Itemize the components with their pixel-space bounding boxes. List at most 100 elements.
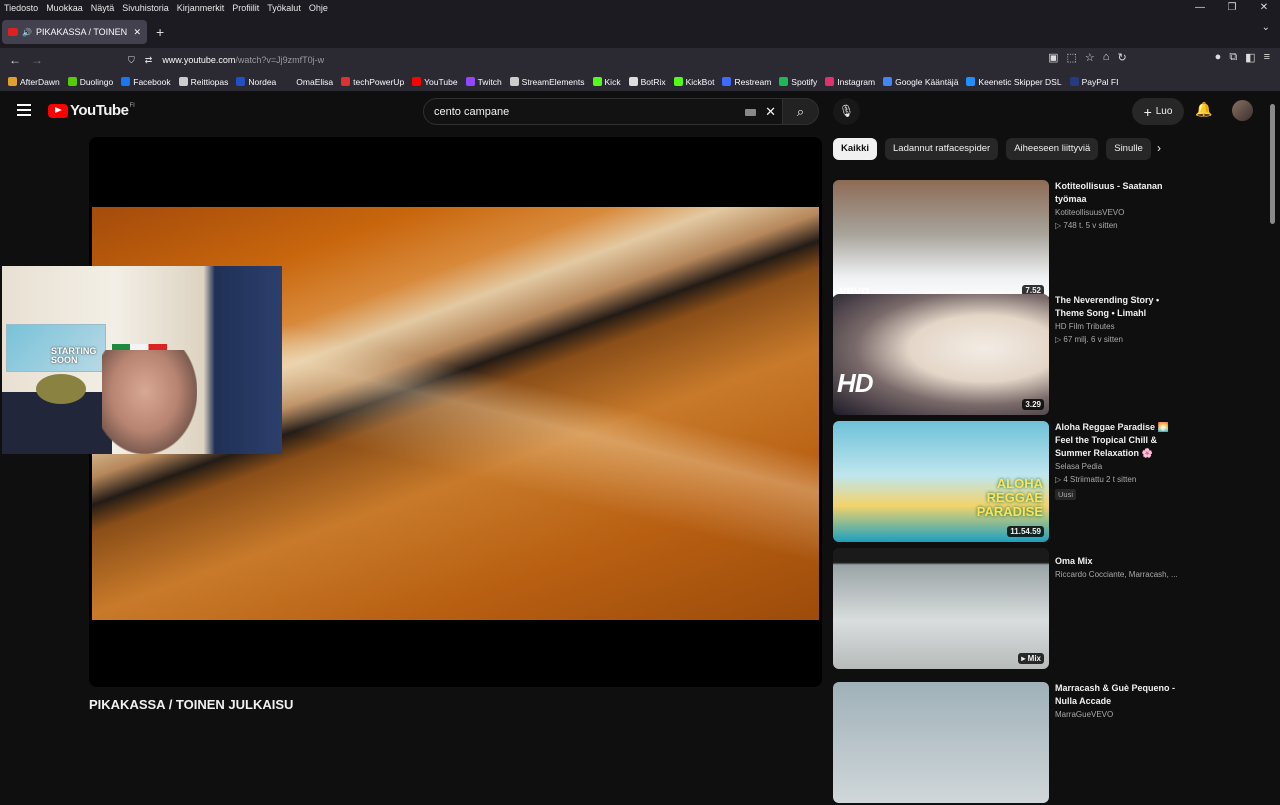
recommendation-item[interactable]: ALOHA REGGAE PARADISE 11.54.59 Aloha Reg… <box>833 421 1178 544</box>
chip-uploader[interactable]: Ladannut ratfacespider <box>885 138 999 160</box>
voice-search-button[interactable]: 🎙 <box>833 98 860 125</box>
youtube-favicon-icon <box>8 28 18 36</box>
video-thumbnail[interactable]: ALOHA REGGAE PARADISE 11.54.59 <box>833 421 1049 542</box>
menu-history[interactable]: Sivuhistoria <box>118 3 173 13</box>
mix-thumbnail[interactable]: ▸ Mix <box>833 548 1049 669</box>
create-label: Luo <box>1155 106 1173 117</box>
mix-badge: ▸ Mix <box>1018 653 1044 664</box>
chevron-right-icon[interactable]: › <box>1157 141 1161 155</box>
bookmark-item[interactable]: YouTube <box>412 77 458 87</box>
chevron-down-icon[interactable]: ⌄ <box>1262 22 1270 33</box>
minimize-icon[interactable]: — <box>1184 0 1216 16</box>
bookmark-item[interactable]: PayPal FI <box>1069 77 1118 87</box>
picture-icon[interactable]: ▣ <box>1048 51 1058 64</box>
close-tab-icon[interactable]: ✕ <box>133 27 141 38</box>
rec-channel[interactable]: HD Film Tributes <box>1055 322 1180 331</box>
recommendation-item[interactable]: ▸ Mix Oma Mix Riccardo Cocciante, Marrac… <box>833 548 1178 671</box>
bookmark-item[interactable]: Reittiopas <box>178 77 228 87</box>
close-window-icon[interactable]: ✕ <box>1248 0 1280 16</box>
address-bar[interactable]: ⛉ ⇄ www.youtube.com /watch?v=Jj9zmfT0j-w <box>128 50 998 70</box>
recommendation-item[interactable]: HD 3.29 The Neverending Story • Theme So… <box>833 294 1178 417</box>
bookmark-item[interactable]: techPowerUp <box>341 77 404 87</box>
menu-edit[interactable]: Muokkaa <box>42 3 87 13</box>
bookmark-favicon-icon <box>722 77 732 86</box>
permissions-icon[interactable]: ⇄ <box>145 55 153 66</box>
bookmark-item[interactable]: OmaElisa <box>284 77 333 87</box>
browser-tab[interactable]: 🔊 PIKAKASSA / TOINEN JULKAISU ✕ <box>2 20 147 44</box>
bookmark-item[interactable]: Nordea <box>236 77 276 87</box>
recommendation-item[interactable]: vevo 7.52 Kotiteollisuus - Saatanan työm… <box>833 180 1178 303</box>
menu-view[interactable]: Näytä <box>87 3 119 13</box>
rec-title[interactable]: The Neverending Story • Theme Song • Lim… <box>1055 294 1180 320</box>
bookmark-item[interactable]: Kick <box>592 77 621 87</box>
menu-file[interactable]: Tiedosto <box>0 3 42 13</box>
bookmark-item[interactable]: Restream <box>722 77 771 87</box>
extensions-icon[interactable]: ⧉ <box>1229 51 1237 64</box>
rec-title[interactable]: Oma Mix <box>1055 555 1180 568</box>
menu-tools[interactable]: Työkalut <box>263 3 305 13</box>
video-thumbnail[interactable]: HD 3.29 <box>833 294 1049 415</box>
bookmark-item[interactable]: StreamElements <box>509 76 585 87</box>
ublock-icon[interactable]: ◧ <box>1245 51 1255 64</box>
back-icon[interactable]: ← <box>4 53 26 67</box>
rec-title[interactable]: Aloha Reggae Paradise 🌅 Feel the Tropica… <box>1055 421 1180 460</box>
chip-related[interactable]: Aiheeseen liittyviä <box>1006 138 1099 160</box>
shield-icon[interactable]: ⛉ <box>128 55 135 66</box>
bookmark-item[interactable]: Duolingo <box>67 77 113 87</box>
bookmark-favicon-icon <box>1069 77 1079 86</box>
rec-channel[interactable]: Selasa Pedia <box>1055 462 1180 471</box>
youtube-logo[interactable]: YouTube FI <box>48 102 135 119</box>
chip-all[interactable]: Kaikki <box>833 138 877 160</box>
bookmark-favicon-icon <box>883 77 893 86</box>
bookmark-favicon-icon <box>592 77 602 86</box>
bookmark-label: BotRix <box>640 76 666 87</box>
recommendation-item[interactable]: Marracash & Guè Pequeno - Nulla Accade M… <box>833 682 1178 805</box>
tab-strip: 🔊 PIKAKASSA / TOINEN JULKAISU ✕ + ⌄ <box>0 16 1280 48</box>
bookmark-item[interactable]: KickBot <box>673 77 714 87</box>
forward-icon[interactable]: → <box>26 53 48 67</box>
avatar[interactable] <box>1232 100 1253 121</box>
home-icon[interactable]: ⌂ <box>1103 51 1110 64</box>
menu-profiles[interactable]: Profiilit <box>228 3 263 13</box>
account-icon[interactable]: ● <box>1215 51 1222 64</box>
bookmark-item[interactable]: Instagram <box>825 77 875 87</box>
menu-icon[interactable]: ≡ <box>1264 51 1270 64</box>
clear-search-icon[interactable]: ✕ <box>765 104 776 120</box>
search-button[interactable]: ⌕ <box>783 98 819 125</box>
rec-title[interactable]: Marracash & Guè Pequeno - Nulla Accade <box>1055 682 1180 708</box>
bookmark-item[interactable]: Spotify <box>779 77 817 87</box>
speaker-icon[interactable]: 🔊 <box>22 28 32 37</box>
bookmark-label: AfterDawn <box>20 76 60 87</box>
download-icon[interactable]: ⬚ <box>1067 51 1077 64</box>
bookmark-item[interactable]: BotRix <box>628 76 666 87</box>
duration-badge: 3.29 <box>1022 399 1044 410</box>
bookmark-label: StreamElements <box>521 76 585 87</box>
bookmark-item[interactable]: Keenetic Skipper DSL <box>966 77 1062 87</box>
rec-channel[interactable]: Riccardo Cocciante, Marracash, ... <box>1055 570 1180 579</box>
video-thumbnail[interactable] <box>833 682 1049 803</box>
hamburger-menu-icon[interactable] <box>17 104 31 116</box>
rec-channel[interactable]: MarraGueVEVO <box>1055 710 1180 719</box>
rec-title[interactable]: Kotiteollisuus - Saatanan työmaa <box>1055 180 1180 206</box>
menu-bookmarks[interactable]: Kirjanmerkit <box>173 3 229 13</box>
page-scrollbar[interactable] <box>1270 104 1275 224</box>
rec-views: ▷ 748 t. 5 v sitten <box>1055 221 1118 230</box>
bookmark-item[interactable]: AfterDawn <box>8 77 60 87</box>
bookmark-item[interactable]: Google Kääntäjä <box>883 77 958 87</box>
search-input[interactable]: cento campane ✕ <box>423 98 783 125</box>
rec-channel[interactable]: KotiteollisuusVEVO <box>1055 208 1180 217</box>
bookmark-item[interactable]: Twitch <box>465 77 502 87</box>
video-thumbnail[interactable]: vevo 7.52 <box>833 180 1049 301</box>
bookmark-item[interactable]: Facebook <box>121 77 171 87</box>
search-query: cento campane <box>434 105 510 118</box>
reload-icon[interactable]: ↻ <box>1117 51 1126 64</box>
bell-icon[interactable]: 🔔 <box>1195 101 1212 118</box>
tab-title: PIKAKASSA / TOINEN JULKAISU <box>35 27 129 37</box>
keyboard-icon[interactable] <box>745 109 756 116</box>
restore-icon[interactable]: ❐ <box>1216 0 1248 16</box>
star-icon[interactable]: ☆ <box>1085 51 1095 64</box>
menu-help[interactable]: Ohje <box>305 3 332 13</box>
new-tab-icon[interactable]: + <box>156 20 164 44</box>
create-button[interactable]: + Luo <box>1132 98 1184 125</box>
chip-for-you[interactable]: Sinulle <box>1106 138 1151 160</box>
